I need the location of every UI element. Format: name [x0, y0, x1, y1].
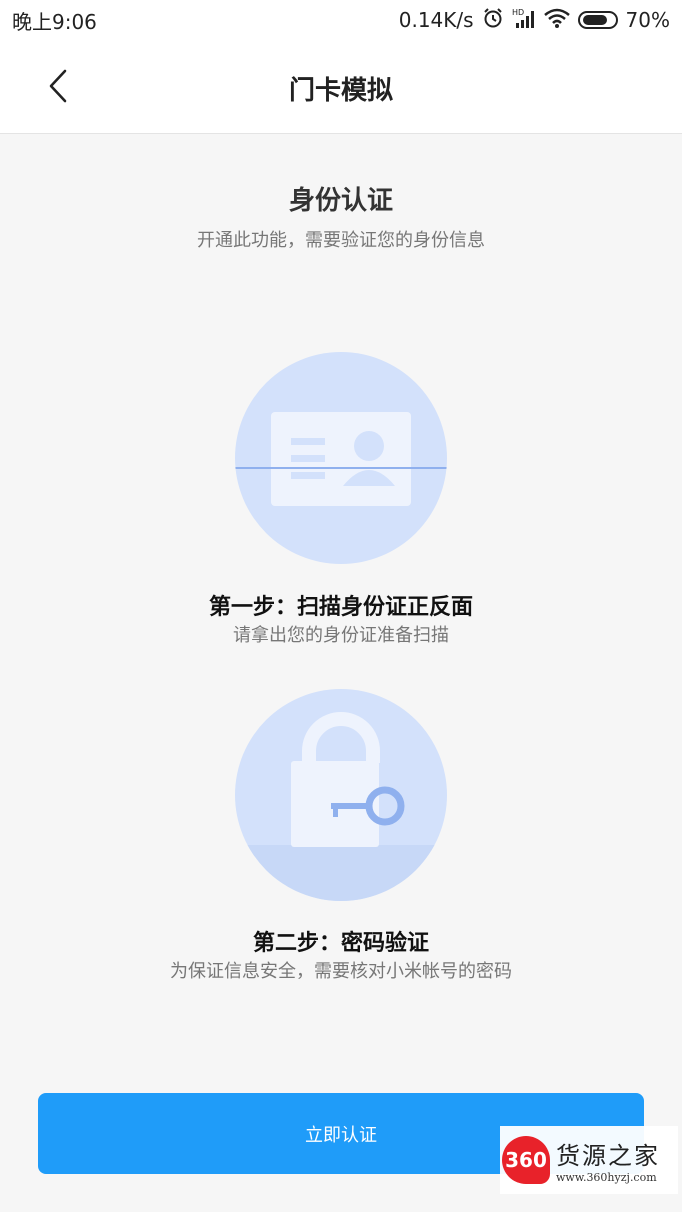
watermark-url: www.360hyzj.com	[556, 1171, 657, 1184]
wifi-icon	[543, 8, 570, 33]
step-1-subtitle: 请拿出您的身份证准备扫描	[233, 625, 449, 646]
page-title: 门卡模拟	[288, 76, 393, 106]
id-card-scan-icon	[235, 412, 447, 506]
alarm-icon	[482, 7, 504, 34]
battery-icon	[577, 11, 618, 29]
section-title: 身份认证	[288, 186, 393, 216]
step-2-subtitle: 为保证信息安全，需要核对小米帐号的密码	[170, 961, 512, 982]
signal-icon: HD	[512, 7, 536, 34]
battery-level: 70%	[625, 8, 670, 32]
watermark-name: 货源之家	[556, 1142, 660, 1170]
nav-bar: 门卡模拟	[0, 40, 682, 134]
step-2-title: 第二步：密码验证	[252, 931, 429, 956]
status-indicators: 0.14K/s HD 70%	[399, 7, 670, 34]
watermark-logo: 360	[502, 1136, 550, 1184]
step-1-title: 第一步：扫描身份证正反面	[208, 595, 473, 620]
status-bar: 晚上9:06 0.14K/s HD 70%	[0, 0, 682, 40]
section-subtitle: 开通此功能，需要验证您的身份信息	[197, 230, 485, 251]
watermark: 360 货源之家 www.360hyzj.com	[500, 1126, 678, 1194]
svg-text:HD: HD	[512, 8, 524, 17]
status-time: 晚上9:06	[12, 9, 97, 34]
network-speed: 0.14K/s	[398, 8, 474, 32]
watermark-text: 货源之家 www.360hyzj.com	[556, 1136, 660, 1184]
lock-illustration	[235, 689, 447, 901]
lock-key-icon	[235, 712, 447, 901]
id-card-scan-illustration	[235, 352, 447, 564]
